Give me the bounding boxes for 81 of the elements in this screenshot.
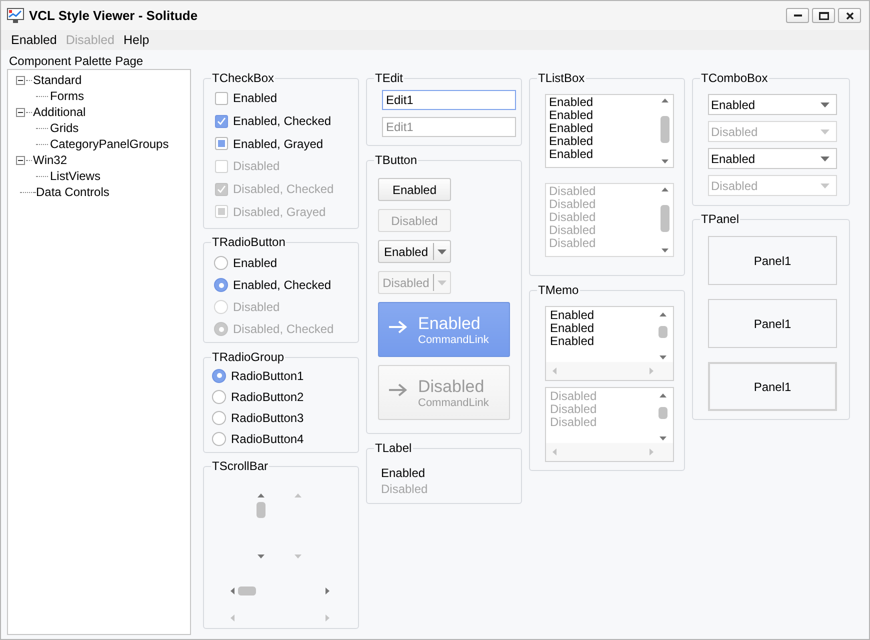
monitor-icon <box>7 8 24 23</box>
close-button[interactable] <box>838 8 861 23</box>
push-button[interactable]: Enabled <box>378 178 451 201</box>
tree-item[interactable]: Win32 <box>33 153 68 167</box>
maximize-button[interactable] <box>812 8 835 23</box>
arrow-icon <box>388 320 408 334</box>
list-item[interactable]: Enabled <box>549 96 659 109</box>
tree-item[interactable]: Additional <box>33 105 86 119</box>
radio-button[interactable] <box>214 256 228 270</box>
radio-button[interactable] <box>214 278 228 292</box>
caret-icon <box>820 156 830 162</box>
collapse-icon[interactable] <box>16 108 25 116</box>
radio-label[interactable]: RadioButton2 <box>231 390 304 404</box>
split-button[interactable]: Enabled <box>378 240 451 263</box>
list-item[interactable]: Enabled <box>549 122 659 135</box>
vertical-scrollbar <box>657 391 669 443</box>
checkbox-label[interactable]: Enabled, Grayed <box>233 136 324 151</box>
list-item[interactable]: Enabled <box>549 109 659 122</box>
checkbox[interactable] <box>215 114 228 128</box>
tree-item[interactable]: Forms <box>50 89 84 103</box>
panel-title: Component Palette Page <box>8 54 144 69</box>
radio-button[interactable] <box>212 368 226 382</box>
group-title: TLabel <box>374 441 413 455</box>
input-field[interactable]: Edit1 <box>382 90 516 110</box>
window-title: VCL Style Viewer - Solitude <box>29 8 199 23</box>
tree-item[interactable]: ListViews <box>50 169 100 183</box>
label-text: Enabled <box>381 465 426 481</box>
combo-box[interactable]: Enabled <box>708 148 837 169</box>
tree-item[interactable]: Data Controls <box>36 185 110 199</box>
close-icon <box>846 12 854 20</box>
group-title: TComboBox <box>700 71 769 85</box>
panel: Panel1 <box>708 299 837 348</box>
list-item[interactable]: Enabled <box>549 148 659 161</box>
label-text: Disabled <box>381 481 429 497</box>
menu-item[interactable]: Help <box>118 33 152 47</box>
group-title: TCheckBox <box>211 71 276 85</box>
group-title: TScrollBar <box>211 459 270 473</box>
checkbox[interactable] <box>215 137 228 150</box>
list-item[interactable]: Enabled <box>549 135 659 148</box>
caret-icon <box>820 102 830 108</box>
caret-icon <box>820 128 830 134</box>
memo-field[interactable]: Enabled Enabled Enabled <box>545 306 674 381</box>
caret-icon <box>820 182 830 188</box>
panel: Panel1 <box>708 362 837 411</box>
caret-icon <box>437 280 447 286</box>
maximize-icon <box>818 12 828 20</box>
radio-button[interactable] <box>212 432 226 446</box>
group-title: TMemo <box>537 283 580 297</box>
vertical-scrollbar <box>657 310 669 362</box>
tree-item[interactable]: Grids <box>50 121 79 135</box>
radio-label[interactable]: Enabled, Checked <box>233 278 332 292</box>
checkbox[interactable] <box>215 92 228 105</box>
collapse-icon[interactable] <box>16 76 25 84</box>
group-title: TButton <box>374 153 418 167</box>
group-title: TPanel <box>700 212 740 226</box>
vertical-scrollbar <box>659 185 671 255</box>
radio-label[interactable]: RadioButton1 <box>231 368 304 382</box>
checkbox-label[interactable]: Enabled <box>233 91 278 106</box>
group-title: TRadioButton <box>211 235 286 249</box>
group-title: TListBox <box>537 71 586 85</box>
radio-label[interactable]: RadioButton4 <box>231 432 304 446</box>
caret-icon <box>437 248 447 254</box>
group-title: TEdit <box>374 71 404 85</box>
collapse-icon[interactable] <box>16 156 25 164</box>
check-icon <box>217 117 226 126</box>
minimize-button[interactable] <box>786 8 809 23</box>
arrow-icon <box>388 383 408 397</box>
vertical-scrollbar <box>659 96 671 166</box>
panel: Panel1 <box>708 236 837 285</box>
radio-label[interactable]: Enabled <box>233 256 278 270</box>
radio-label[interactable]: RadioButton3 <box>231 410 304 424</box>
tree-item[interactable]: Standard <box>33 73 82 87</box>
group-title: TRadioGroup <box>211 350 286 364</box>
tree-item[interactable]: CategoryPanelGroups <box>50 137 169 151</box>
radio-button[interactable] <box>212 410 226 424</box>
radio-button[interactable] <box>212 390 226 404</box>
menu-item[interactable]: Enabled <box>5 33 60 47</box>
check-icon <box>217 185 226 194</box>
combo-box[interactable]: Enabled <box>708 94 837 115</box>
checkbox-label[interactable]: Enabled, Checked <box>233 114 332 128</box>
minimize-icon <box>794 14 802 17</box>
